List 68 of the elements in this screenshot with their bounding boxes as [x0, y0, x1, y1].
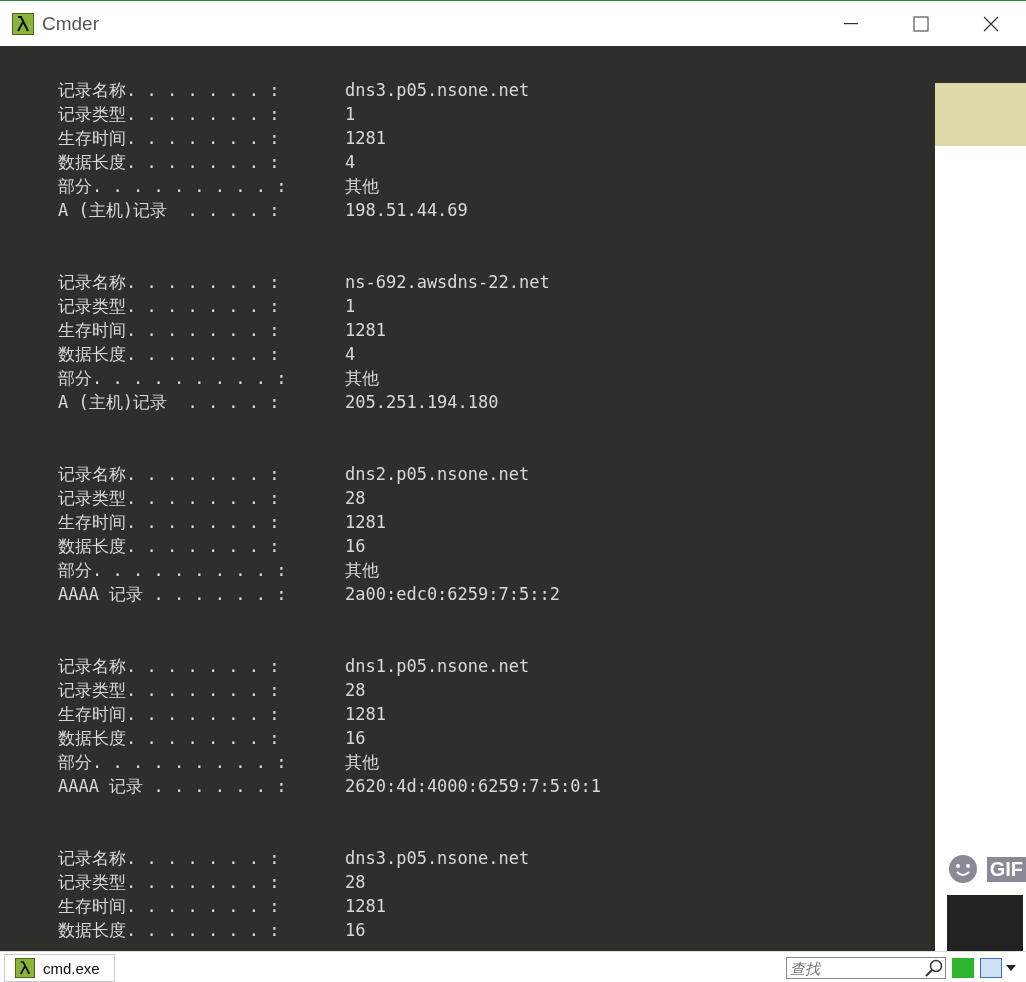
caret-icon[interactable]: [1006, 965, 1016, 971]
record-field-value: dns1.p05.nsone.net: [345, 655, 530, 678]
search-input[interactable]: 查找: [786, 957, 946, 979]
record-field-value: 1: [345, 295, 356, 318]
record-field-label: 记录类型. . . . . . . :: [58, 295, 281, 318]
record-field-value: 28: [345, 679, 366, 702]
record-field-label: 部分. . . . . . . . . :: [58, 751, 288, 774]
record-field-label: 生存时间. . . . . . . :: [58, 703, 281, 726]
record-field-label: 生存时间. . . . . . . :: [58, 319, 281, 342]
maximize-icon: [913, 15, 929, 32]
record-field-value: 2620:4d:4000:6259:7:5:0:1: [345, 775, 601, 798]
record-field-value: 其他: [345, 175, 379, 198]
record-field-value: 其他: [345, 751, 379, 774]
record-field-value: 205.251.194.180: [345, 391, 499, 414]
record-field-label: 记录名称. . . . . . . :: [58, 463, 281, 486]
record-field-value: 16: [345, 535, 366, 558]
record-field-label: 数据长度. . . . . . . :: [58, 151, 281, 174]
record-field-label: 记录类型. . . . . . . :: [58, 103, 281, 126]
search-icon[interactable]: [925, 959, 943, 977]
record-field-label: 记录名称. . . . . . . :: [58, 655, 281, 678]
window-title: Cmder: [42, 12, 100, 35]
record-field-value: dns3.p05.nsone.net: [345, 847, 530, 870]
record-field-label: 数据长度. . . . . . . :: [58, 343, 281, 366]
record-field-value: 其他: [345, 559, 379, 582]
lambda-icon: [12, 12, 34, 35]
record-field-value: 16: [345, 919, 366, 942]
record-field-label: 生存时间. . . . . . . :: [58, 127, 281, 150]
record-field-label: 生存时间. . . . . . . :: [58, 895, 281, 918]
record-field-label: 部分. . . . . . . . . :: [58, 175, 288, 198]
record-field-value: 1281: [345, 127, 386, 150]
record-field-value: 4: [345, 343, 356, 366]
record-field-value: 1281: [345, 319, 386, 342]
record-field-value: 198.51.44.69: [345, 199, 468, 222]
record-field-value: 28: [345, 871, 366, 894]
record-field-label: AAAA 记录 . . . . . . :: [58, 775, 288, 798]
record-field-label: AAAA 记录 . . . . . . :: [58, 583, 288, 606]
record-field-label: 数据长度. . . . . . . :: [58, 535, 281, 558]
minimize-icon: [844, 22, 858, 25]
record-field-label: 部分. . . . . . . . . :: [58, 367, 288, 390]
record-field-label: 数据长度. . . . . . . :: [58, 919, 281, 942]
lambda-icon: [15, 958, 35, 978]
record-field-value: 1281: [345, 511, 386, 534]
record-field-value: 其他: [345, 367, 379, 390]
record-field-value: 28: [345, 487, 366, 510]
record-field-label: 记录名称. . . . . . . :: [58, 271, 281, 294]
close-icon: [983, 15, 999, 32]
record-field-label: 部分. . . . . . . . . :: [58, 559, 288, 582]
record-field-value: 1281: [345, 703, 386, 726]
console-tab[interactable]: cmd.exe: [4, 954, 115, 982]
record-field-value: dns2.p05.nsone.net: [345, 463, 530, 486]
window-icon[interactable]: [980, 958, 1002, 978]
record-field-label: 记录类型. . . . . . . :: [58, 679, 281, 702]
record-field-value: 1: [345, 103, 356, 126]
record-field-label: A (主机)记录 . . . . :: [58, 391, 281, 414]
record-field-value: 2a00:edc0:6259:7:5::2: [345, 583, 560, 606]
record-field-value: 1281: [345, 895, 386, 918]
record-field-label: 记录名称. . . . . . . :: [58, 79, 281, 102]
record-field-label: A (主机)记录 . . . . :: [58, 199, 281, 222]
record-field-label: 记录类型. . . . . . . :: [58, 871, 281, 894]
record-field-label: 记录类型. . . . . . . :: [58, 487, 281, 510]
record-field-value: 4: [345, 151, 356, 174]
record-field-label: 数据长度. . . . . . . :: [58, 727, 281, 750]
record-field-label: 记录名称. . . . . . . :: [58, 847, 281, 870]
record-field-value: 16: [345, 727, 366, 750]
record-field-value: ns-692.awsdns-22.net: [345, 271, 550, 294]
record-field-label: 生存时间. . . . . . . :: [58, 511, 281, 534]
smiley-icon[interactable]: [948, 855, 977, 883]
record-field-value: dns3.p05.nsone.net: [345, 79, 530, 102]
